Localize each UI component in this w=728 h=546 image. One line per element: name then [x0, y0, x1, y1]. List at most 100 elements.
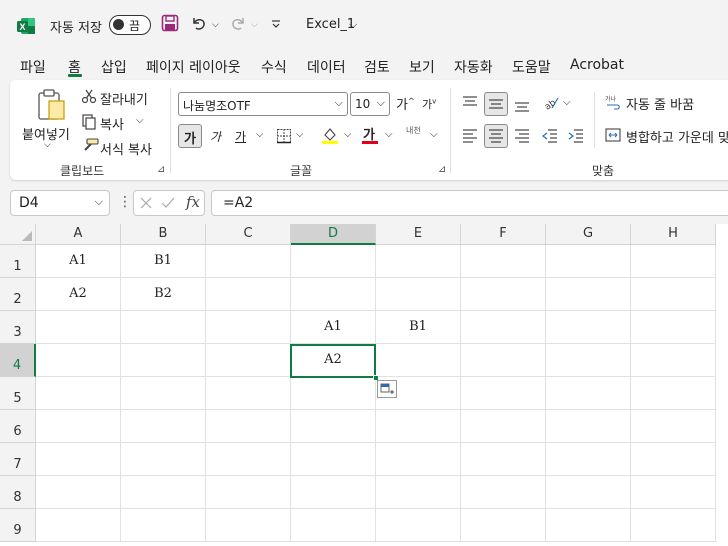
- cell-g8[interactable]: [546, 476, 631, 509]
- cell-f4[interactable]: [461, 344, 546, 377]
- more-options-icon[interactable]: ⋮: [118, 194, 132, 210]
- cell-g9[interactable]: [546, 509, 631, 542]
- tab-formulas[interactable]: 수식: [261, 57, 287, 77]
- cell-a4[interactable]: [36, 344, 121, 377]
- borders-dropdown-icon[interactable]: ⌵: [296, 129, 304, 140]
- column-header-c[interactable]: C: [206, 224, 291, 245]
- cell-h3[interactable]: [631, 311, 716, 344]
- cell-d7[interactable]: [291, 443, 376, 476]
- grow-font-button[interactable]: 가^: [396, 94, 415, 113]
- cell-e9[interactable]: [376, 509, 461, 542]
- column-header-a[interactable]: A: [36, 224, 121, 245]
- customize-toolbar-icon[interactable]: [270, 18, 282, 30]
- row-header-4[interactable]: 4: [0, 344, 36, 377]
- cell-e2[interactable]: [376, 278, 461, 311]
- tab-automate[interactable]: 자동화: [454, 57, 493, 77]
- cell-c3[interactable]: [206, 311, 291, 344]
- cell-g7[interactable]: [546, 443, 631, 476]
- copy-dropdown-icon[interactable]: ⌵: [136, 115, 144, 126]
- font-launcher-icon[interactable]: ⊿: [438, 164, 446, 175]
- row-header-5[interactable]: 5: [0, 377, 36, 410]
- formula-input[interactable]: =A2: [211, 190, 728, 216]
- column-header-g[interactable]: G: [546, 224, 631, 245]
- fill-color-icon[interactable]: [321, 126, 339, 144]
- clipboard-launcher-icon[interactable]: ⊿: [157, 164, 165, 175]
- cell-a9[interactable]: [36, 509, 121, 542]
- cell-a7[interactable]: [36, 443, 121, 476]
- paste-button[interactable]: 붙여넣기 ⌵: [22, 88, 76, 154]
- cell-d1[interactable]: [291, 245, 376, 278]
- cut-button[interactable]: 잘라내기: [100, 89, 148, 108]
- tab-data[interactable]: 데이터: [307, 57, 346, 77]
- cell-e4[interactable]: [376, 344, 461, 377]
- align-middle-button[interactable]: [484, 92, 508, 116]
- cell-f3[interactable]: [461, 311, 546, 344]
- cell-d9[interactable]: [291, 509, 376, 542]
- align-center-button[interactable]: [484, 124, 508, 148]
- cell-a5[interactable]: [36, 377, 121, 410]
- increase-indent-icon[interactable]: [568, 129, 584, 143]
- cell-f8[interactable]: [461, 476, 546, 509]
- fill-color-dropdown-icon[interactable]: ⌵: [344, 129, 352, 140]
- cell-g3[interactable]: [546, 311, 631, 344]
- cell-b7[interactable]: [121, 443, 206, 476]
- cell-c6[interactable]: [206, 410, 291, 443]
- cell-e3[interactable]: B1: [376, 311, 461, 344]
- row-header-1[interactable]: 1: [0, 245, 36, 278]
- format-painter-button[interactable]: 서식 복사: [100, 139, 152, 158]
- copy-button[interactable]: 복사: [100, 114, 124, 133]
- row-header-6[interactable]: 6: [0, 410, 36, 443]
- cell-c1[interactable]: [206, 245, 291, 278]
- column-header-f[interactable]: F: [461, 224, 546, 245]
- cell-f6[interactable]: [461, 410, 546, 443]
- cell-d6[interactable]: [291, 410, 376, 443]
- cell-b9[interactable]: [121, 509, 206, 542]
- cell-b3[interactable]: [121, 311, 206, 344]
- font-name-select[interactable]: 나눔명조OTF ⌵: [178, 92, 348, 116]
- cell-f9[interactable]: [461, 509, 546, 542]
- autosave-toggle[interactable]: 끔: [109, 15, 151, 35]
- cell-e8[interactable]: [376, 476, 461, 509]
- column-header-d[interactable]: D: [291, 224, 376, 245]
- tab-help[interactable]: 도움말: [512, 57, 551, 77]
- insert-function-button[interactable]: fx: [186, 193, 200, 211]
- name-box[interactable]: D4 ⌵: [10, 190, 110, 216]
- wrap-text-button[interactable]: 자동 줄 바꿈: [626, 94, 694, 113]
- cell-e1[interactable]: [376, 245, 461, 278]
- cell-b1[interactable]: B1: [121, 245, 206, 278]
- cell-a1[interactable]: A1: [36, 245, 121, 278]
- bold-button[interactable]: 가: [178, 124, 202, 148]
- cell-h6[interactable]: [631, 410, 716, 443]
- cell-h9[interactable]: [631, 509, 716, 542]
- align-right-icon[interactable]: [514, 129, 530, 143]
- cell-d8[interactable]: [291, 476, 376, 509]
- cell-b8[interactable]: [121, 476, 206, 509]
- cell-e7[interactable]: [376, 443, 461, 476]
- cell-g1[interactable]: [546, 245, 631, 278]
- font-size-select[interactable]: 10 ⌵: [350, 92, 390, 116]
- align-top-icon[interactable]: [462, 96, 478, 110]
- tab-insert[interactable]: 삽입: [101, 57, 127, 77]
- cell-a2[interactable]: A2: [36, 278, 121, 311]
- row-header-9[interactable]: 9: [0, 509, 36, 542]
- tab-file[interactable]: 파일: [20, 57, 46, 77]
- cell-g5[interactable]: [546, 377, 631, 410]
- cell-f1[interactable]: [461, 245, 546, 278]
- column-header-e[interactable]: E: [376, 224, 461, 245]
- paste-dropdown-icon[interactable]: ⌵: [44, 140, 51, 150]
- undo-icon[interactable]: [190, 14, 208, 32]
- row-header-2[interactable]: 2: [0, 278, 36, 311]
- tab-review[interactable]: 검토: [364, 57, 390, 77]
- underline-button[interactable]: 가: [235, 128, 246, 145]
- save-icon[interactable]: [161, 14, 179, 32]
- cell-f5[interactable]: [461, 377, 546, 410]
- cell-g6[interactable]: [546, 410, 631, 443]
- cell-h2[interactable]: [631, 278, 716, 311]
- filename-chevron-down-icon[interactable]: ⌵: [349, 18, 357, 32]
- paste-options-button[interactable]: [377, 380, 397, 398]
- cell-h4[interactable]: [631, 344, 716, 377]
- cell-a6[interactable]: [36, 410, 121, 443]
- cell-b4[interactable]: [121, 344, 206, 377]
- cell-c9[interactable]: [206, 509, 291, 542]
- cell-c5[interactable]: [206, 377, 291, 410]
